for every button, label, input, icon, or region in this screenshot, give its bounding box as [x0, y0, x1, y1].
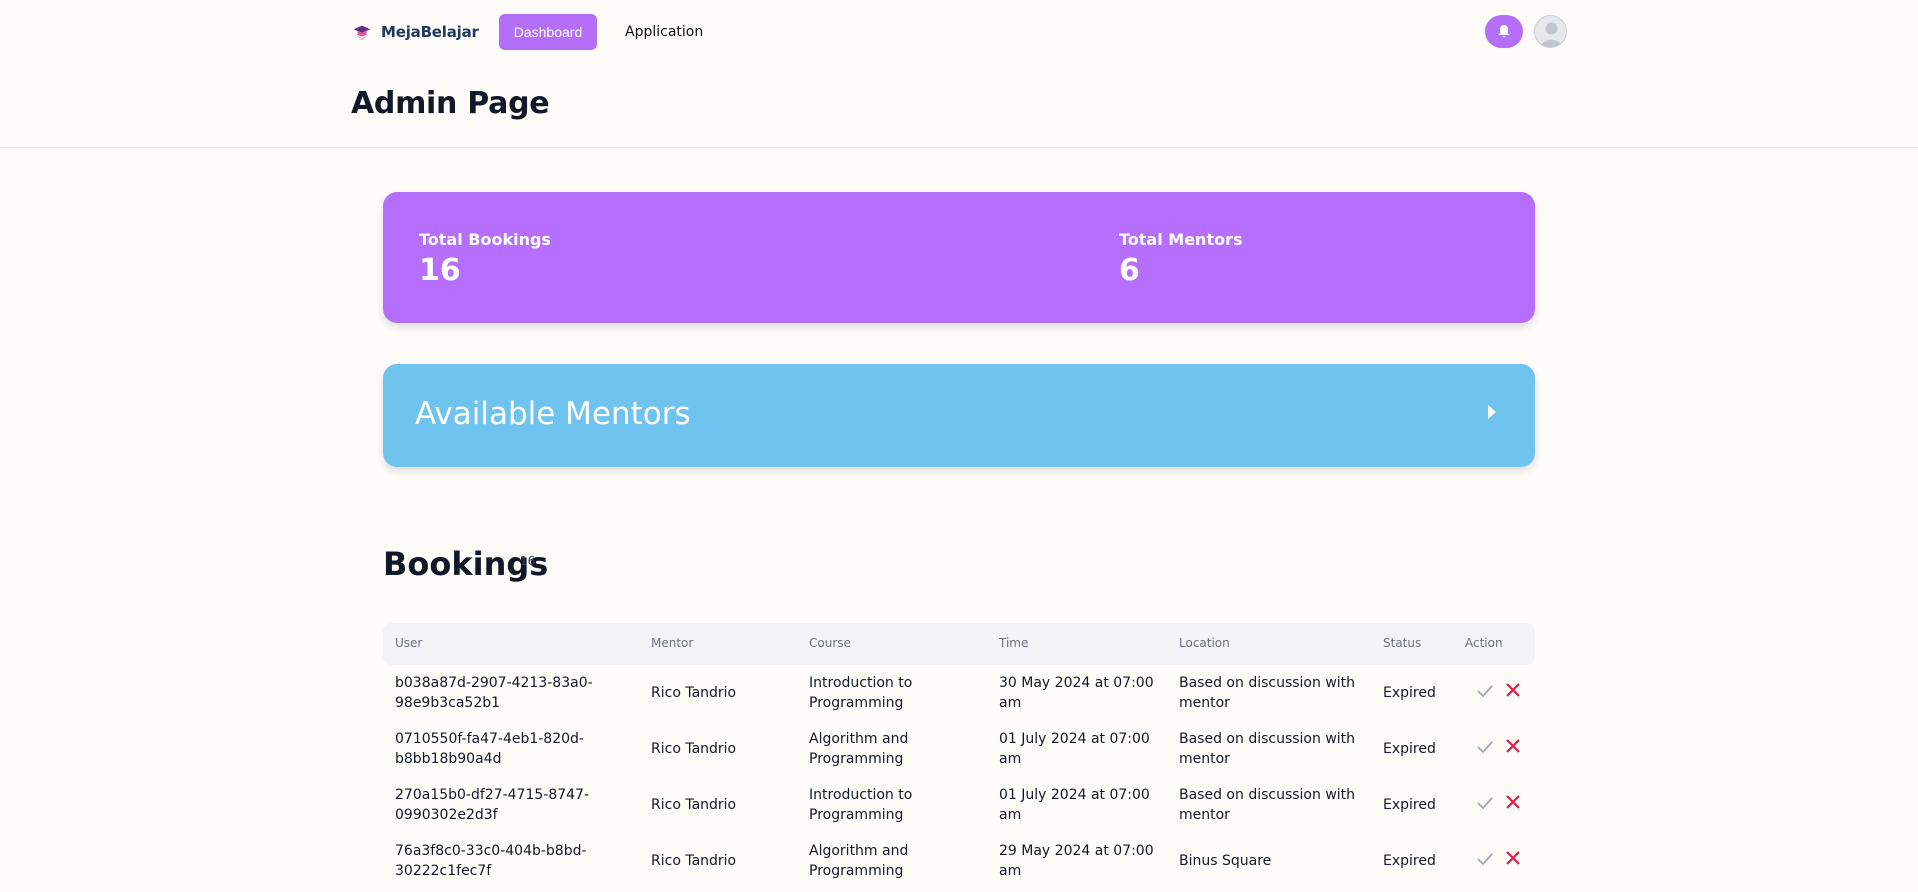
column-header-action: Action [1465, 636, 1503, 650]
column-header-mentor: Mentor [651, 636, 694, 650]
cell-course-line: Introduction to [809, 787, 913, 803]
cell-course-line: Programming [809, 751, 904, 767]
cell-status: Expired [1383, 741, 1436, 757]
approve-check-icon[interactable] [1476, 850, 1494, 868]
cell-time-line: 01 July 2024 at 07:00 [999, 731, 1150, 747]
cell-mentor: Rico Tandrio [651, 853, 737, 869]
cell-time: 01 July 2024 at 07:00 am [999, 729, 1150, 769]
cell-user-line: 0990302e2d3f [395, 807, 498, 823]
table-row: b038a87d-2907-4213-83a0- 98e9b3ca52b1 Ric… [383, 665, 1535, 721]
cell-mentor: Rico Tandrio [651, 685, 737, 701]
notifications-button[interactable] [1485, 15, 1523, 48]
table-row: 270a15b0-df27-4715-8747- 0990302e2d3f Ric… [383, 777, 1535, 833]
cell-course-line: Programming [809, 695, 904, 711]
cell-time: 30 May 2024 at 07:00 am [999, 673, 1154, 713]
total-mentors-value: 6 [1119, 253, 1140, 288]
cell-time-line: 01 July 2024 at 07:00 [999, 787, 1150, 803]
available-mentors-panel[interactable]: Available Mentors [383, 364, 1535, 467]
total-mentors-stat: Total Mentors 6 [1119, 230, 1243, 288]
table-row: 0710550f-fa47-4eb1-820d-b8bb18b90a4d Ric… [383, 721, 1535, 777]
cell-course-line: Algorithm and [809, 731, 909, 747]
top-navigation-bar: MejaBelajar Dashboard Application Admin … [0, 0, 1918, 148]
cell-mentor: Rico Tandrio [651, 741, 737, 757]
total-bookings-value: 16 [419, 253, 461, 288]
table-row: 76a3f8c0-33c0-404b-b8bd- 30222c1fec7f Ric… [383, 833, 1535, 889]
cell-time-line: 29 May 2024 at 07:00 [999, 843, 1154, 859]
cell-status: Expired [1383, 797, 1436, 813]
stats-summary-card: Total Bookings 16 Total Mentors 6 [383, 192, 1535, 323]
cell-user-line: 76a3f8c0-33c0-404b-b8bd- [395, 843, 587, 859]
cell-user-line: 0710550f-fa47-4eb1-820d- [395, 731, 584, 747]
cell-user: 76a3f8c0-33c0-404b-b8bd- 30222c1fec7f [395, 841, 587, 881]
cell-location-line: Based on discussion with [1179, 675, 1356, 691]
table-header: User Mentor Course Time Location Status … [383, 623, 1535, 665]
cell-mentor: Rico Tandrio [651, 797, 737, 813]
bookings-count-badge: 16 [520, 554, 536, 568]
cell-time-line: 30 May 2024 at 07:00 [999, 675, 1154, 691]
cell-user: 0710550f-fa47-4eb1-820d-b8bb18b90a4d [395, 729, 584, 769]
brand-name: MejaBelajar [381, 23, 479, 41]
reject-x-icon[interactable] [1503, 792, 1523, 812]
cell-location-line: Based on discussion with [1179, 787, 1356, 803]
reject-x-icon[interactable] [1503, 736, 1523, 756]
reject-x-icon[interactable] [1503, 848, 1523, 868]
column-header-status: Status [1383, 636, 1422, 650]
cell-course-line: Algorithm and [809, 843, 909, 859]
cell-location-line: mentor [1179, 751, 1230, 767]
cell-time-line: am [999, 751, 1022, 767]
cell-time: 01 July 2024 at 07:00 am [999, 785, 1150, 825]
total-bookings-label: Total Bookings [419, 230, 551, 249]
cell-time-line: am [999, 695, 1022, 711]
nav-dashboard-tab[interactable]: Dashboard [499, 14, 597, 50]
cell-location-line: Based on discussion with [1179, 731, 1356, 747]
available-mentors-title: Available Mentors [415, 396, 691, 432]
bell-icon [1498, 25, 1510, 38]
cell-course: Algorithm and Programming [809, 841, 908, 881]
cell-user-line: 30222c1fec7f [395, 863, 492, 879]
brand-logo[interactable]: MejaBelajar [351, 20, 479, 44]
cell-location: Based on discussion with mentor [1179, 785, 1355, 825]
cell-time-line: am [999, 807, 1022, 823]
column-header-user: User [395, 636, 423, 650]
cell-user-line: 270a15b0-df27-4715-8747- [395, 787, 590, 803]
column-header-time: Time [999, 636, 1029, 650]
page-title: Admin Page [351, 86, 550, 121]
cell-course-line: Programming [809, 863, 904, 879]
cell-course-line: Introduction to [809, 675, 913, 691]
cell-user: 270a15b0-df27-4715-8747- 0990302e2d3f [395, 785, 589, 825]
cell-course: Algorithm and Programming [809, 729, 908, 769]
approve-check-icon[interactable] [1476, 682, 1494, 700]
cell-location-line: mentor [1179, 807, 1230, 823]
total-bookings-stat: Total Bookings 16 [419, 230, 551, 288]
column-header-location: Location [1179, 636, 1230, 650]
cell-user-line: b038a87d-2907-4213-83a0- [395, 675, 593, 691]
caret-right-icon [1488, 405, 1496, 419]
cell-location-line: mentor [1179, 695, 1230, 711]
cell-user-line: b8bb18b90a4d [395, 751, 502, 767]
nav-application-tab[interactable]: Application [615, 14, 713, 50]
cell-user: b038a87d-2907-4213-83a0- 98e9b3ca52b1 [395, 673, 593, 713]
approve-check-icon[interactable] [1476, 738, 1494, 756]
cell-location: Binus Square [1179, 853, 1272, 869]
user-avatar-icon [1539, 22, 1564, 47]
cell-status: Expired [1383, 685, 1436, 701]
cell-time: 29 May 2024 at 07:00 am [999, 841, 1154, 881]
cell-course: Introduction to Programming [809, 673, 912, 713]
reject-x-icon[interactable] [1503, 680, 1523, 700]
cell-status: Expired [1383, 853, 1436, 869]
cell-user-line: 98e9b3ca52b1 [395, 695, 501, 711]
cell-course-line: Programming [809, 807, 904, 823]
cell-location: Based on discussion with mentor [1179, 729, 1355, 769]
cell-course: Introduction to Programming [809, 785, 912, 825]
bookings-table: User Mentor Course Time Location Status … [383, 623, 1535, 889]
column-header-course: Course [809, 636, 851, 650]
cell-time-line: am [999, 863, 1022, 879]
total-mentors-label: Total Mentors [1119, 230, 1243, 249]
cell-location: Based on discussion with mentor [1179, 673, 1355, 713]
graduation-cap-logo-icon [353, 25, 371, 41]
approve-check-icon[interactable] [1476, 794, 1494, 812]
user-avatar-button[interactable] [1534, 15, 1567, 48]
